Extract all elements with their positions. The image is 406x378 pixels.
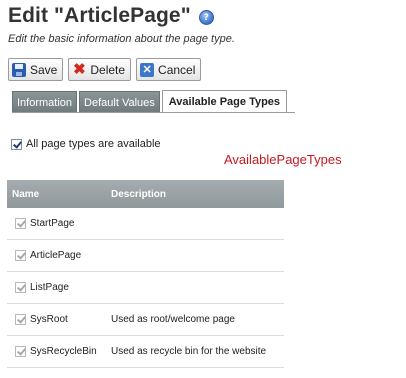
all-page-types-option: All page types are available xyxy=(11,138,161,150)
page-title: Edit "ArticlePage" xyxy=(8,4,191,27)
cancel-button-label: Cancel xyxy=(158,62,196,77)
table-row: SysRecycleBin Used as recycle bin for th… xyxy=(7,336,284,368)
row-name: SysRecycleBin xyxy=(30,346,97,357)
red-x-icon: ✖ xyxy=(73,60,86,78)
table-row: SysRoot Used as root/welcome page xyxy=(7,304,284,336)
row-name: ListPage xyxy=(30,282,69,293)
row-checkbox[interactable] xyxy=(15,250,26,261)
row-description: Used as root/welcome page xyxy=(111,314,235,325)
delete-button-label: Delete xyxy=(90,62,126,77)
page-header: Edit "ArticlePage" ? xyxy=(8,2,214,30)
table-header: Name Description xyxy=(7,180,284,208)
table-row: ListPage xyxy=(7,272,284,304)
column-header-description: Description xyxy=(111,188,167,200)
tab-information[interactable]: Information xyxy=(12,91,78,113)
row-checkbox[interactable] xyxy=(15,218,26,229)
delete-button[interactable]: ✖ Delete xyxy=(68,58,132,81)
cancel-icon: ✕ xyxy=(140,62,155,77)
row-checkbox[interactable] xyxy=(15,346,26,357)
row-description: Used as recycle bin for the website xyxy=(111,346,267,357)
floppy-disk-icon xyxy=(12,62,26,77)
page-subtitle: Edit the basic information about the pag… xyxy=(8,33,235,45)
all-page-types-label: All page types are available xyxy=(26,138,161,150)
cancel-button[interactable]: ✕ Cancel xyxy=(136,58,202,81)
save-button[interactable]: Save xyxy=(8,58,64,81)
row-name: ArticlePage xyxy=(30,250,82,261)
tab-bar: Information Default Values Available Pag… xyxy=(12,90,289,113)
annotation-label: AvailablePageTypes xyxy=(224,152,342,167)
save-button-label: Save xyxy=(30,62,58,77)
tab-divider xyxy=(12,112,295,113)
question-help-icon[interactable]: ? xyxy=(198,10,214,25)
row-name: SysRoot xyxy=(30,314,68,325)
row-checkbox[interactable] xyxy=(15,314,26,325)
tab-available-page-types[interactable]: Available Page Types xyxy=(161,90,288,113)
table-row: StartPage xyxy=(7,208,284,240)
all-page-types-checkbox[interactable] xyxy=(11,138,22,150)
tab-default-values[interactable]: Default Values xyxy=(79,91,160,113)
row-name: StartPage xyxy=(30,218,75,229)
row-checkbox[interactable] xyxy=(15,282,26,293)
table-row: ArticlePage xyxy=(7,240,284,272)
column-header-name: Name xyxy=(12,188,40,200)
toolbar: Save ✖ Delete ✕ Cancel xyxy=(8,58,206,81)
page-types-table: Name Description StartPage ArticlePage L… xyxy=(7,180,284,368)
